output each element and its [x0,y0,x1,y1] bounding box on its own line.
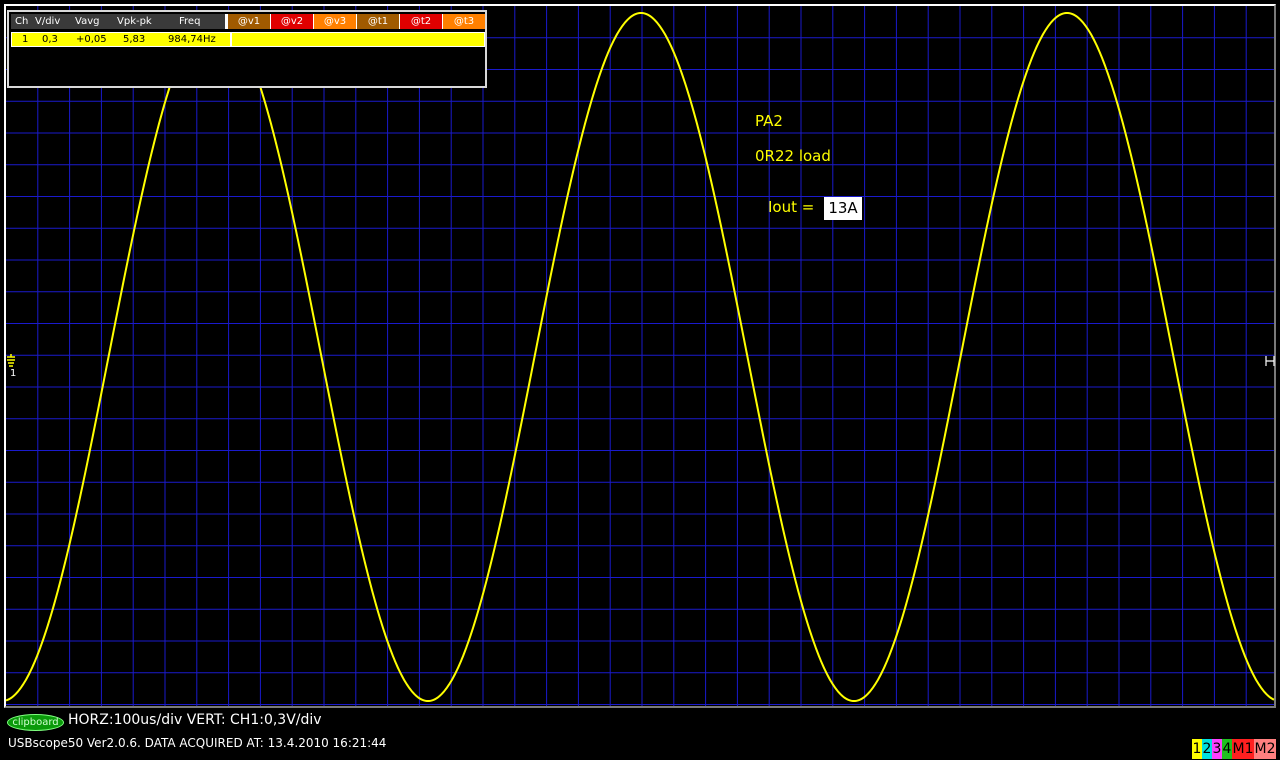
channel-tab-4[interactable]: 4 [1222,739,1232,759]
cursor-v2-button[interactable]: @v2 [270,14,313,29]
row-freq: 984,74Hz [168,34,216,45]
cursor-v3-button[interactable]: @v3 [313,14,356,29]
scope-window: Ch V/div Vavg Vpk-pk Freq @v1 @v2 @v3 @t… [0,0,1280,760]
annotation-iout-label: Iout = [768,198,815,216]
waveform-display[interactable] [4,4,1276,708]
cursor-t3-button[interactable]: @t3 [442,14,485,29]
channel-1-measurement-row[interactable]: 1 0,3 +0,05 5,83 984,74Hz [11,32,485,47]
ground-channel-label: 1 [10,368,17,379]
channel-tab-m2[interactable]: M2 [1254,739,1276,759]
measurement-header: Ch V/div Vavg Vpk-pk Freq @v1 @v2 @v3 @t… [11,14,485,29]
graticule [6,6,1274,706]
header-vpkpk: Vpk-pk [117,16,152,27]
header-vavg: Vavg [75,16,100,27]
cursor-t1-button[interactable]: @t1 [356,14,399,29]
cursor-v1-button[interactable]: @v1 [227,14,270,29]
channel-tab-m1[interactable]: M1 [1232,739,1254,759]
channel-tab-1[interactable]: 1 [1192,739,1202,759]
annotation-iout-value: 13A [824,197,862,220]
header-freq: Freq [179,16,201,27]
header-vdiv: V/div [35,16,61,27]
row-separator [230,32,232,47]
status-bar: clipboard HORZ:100us/div VERT: CH1:0,3V/… [0,708,1280,760]
channel-tab-2[interactable]: 2 [1202,739,1212,759]
ground-marker-icon[interactable]: 1 [6,354,18,382]
channel-1-row-values: 1 0,3 +0,05 5,83 984,74Hz [12,33,230,46]
acquisition-info: USBscope50 Ver2.0.6. DATA ACQUIRED AT: 1… [8,736,387,750]
channel-tabs: 1 2 3 4 M1 M2 [1192,739,1276,759]
annotation-pa2: PA2 [755,112,783,130]
channel-1-trace [5,12,1275,702]
header-ch: Ch [15,16,29,27]
row-vavg: +0,05 [76,34,107,45]
row-ch: 1 [22,34,29,45]
clipboard-button[interactable]: clipboard [7,714,64,731]
annotation-load: 0R22 load [755,147,831,165]
timebase-settings: HORZ:100us/div VERT: CH1:0,3V/div [68,712,322,728]
row-vdiv: 0,3 [42,34,58,45]
measurement-panel: Ch V/div Vavg Vpk-pk Freq @v1 @v2 @v3 @t… [7,10,487,88]
row-vpkpk: 5,83 [123,34,146,45]
cursor-t2-button[interactable]: @t2 [399,14,442,29]
trigger-level-marker-icon[interactable] [1264,352,1276,366]
channel-tab-3[interactable]: 3 [1212,739,1222,759]
